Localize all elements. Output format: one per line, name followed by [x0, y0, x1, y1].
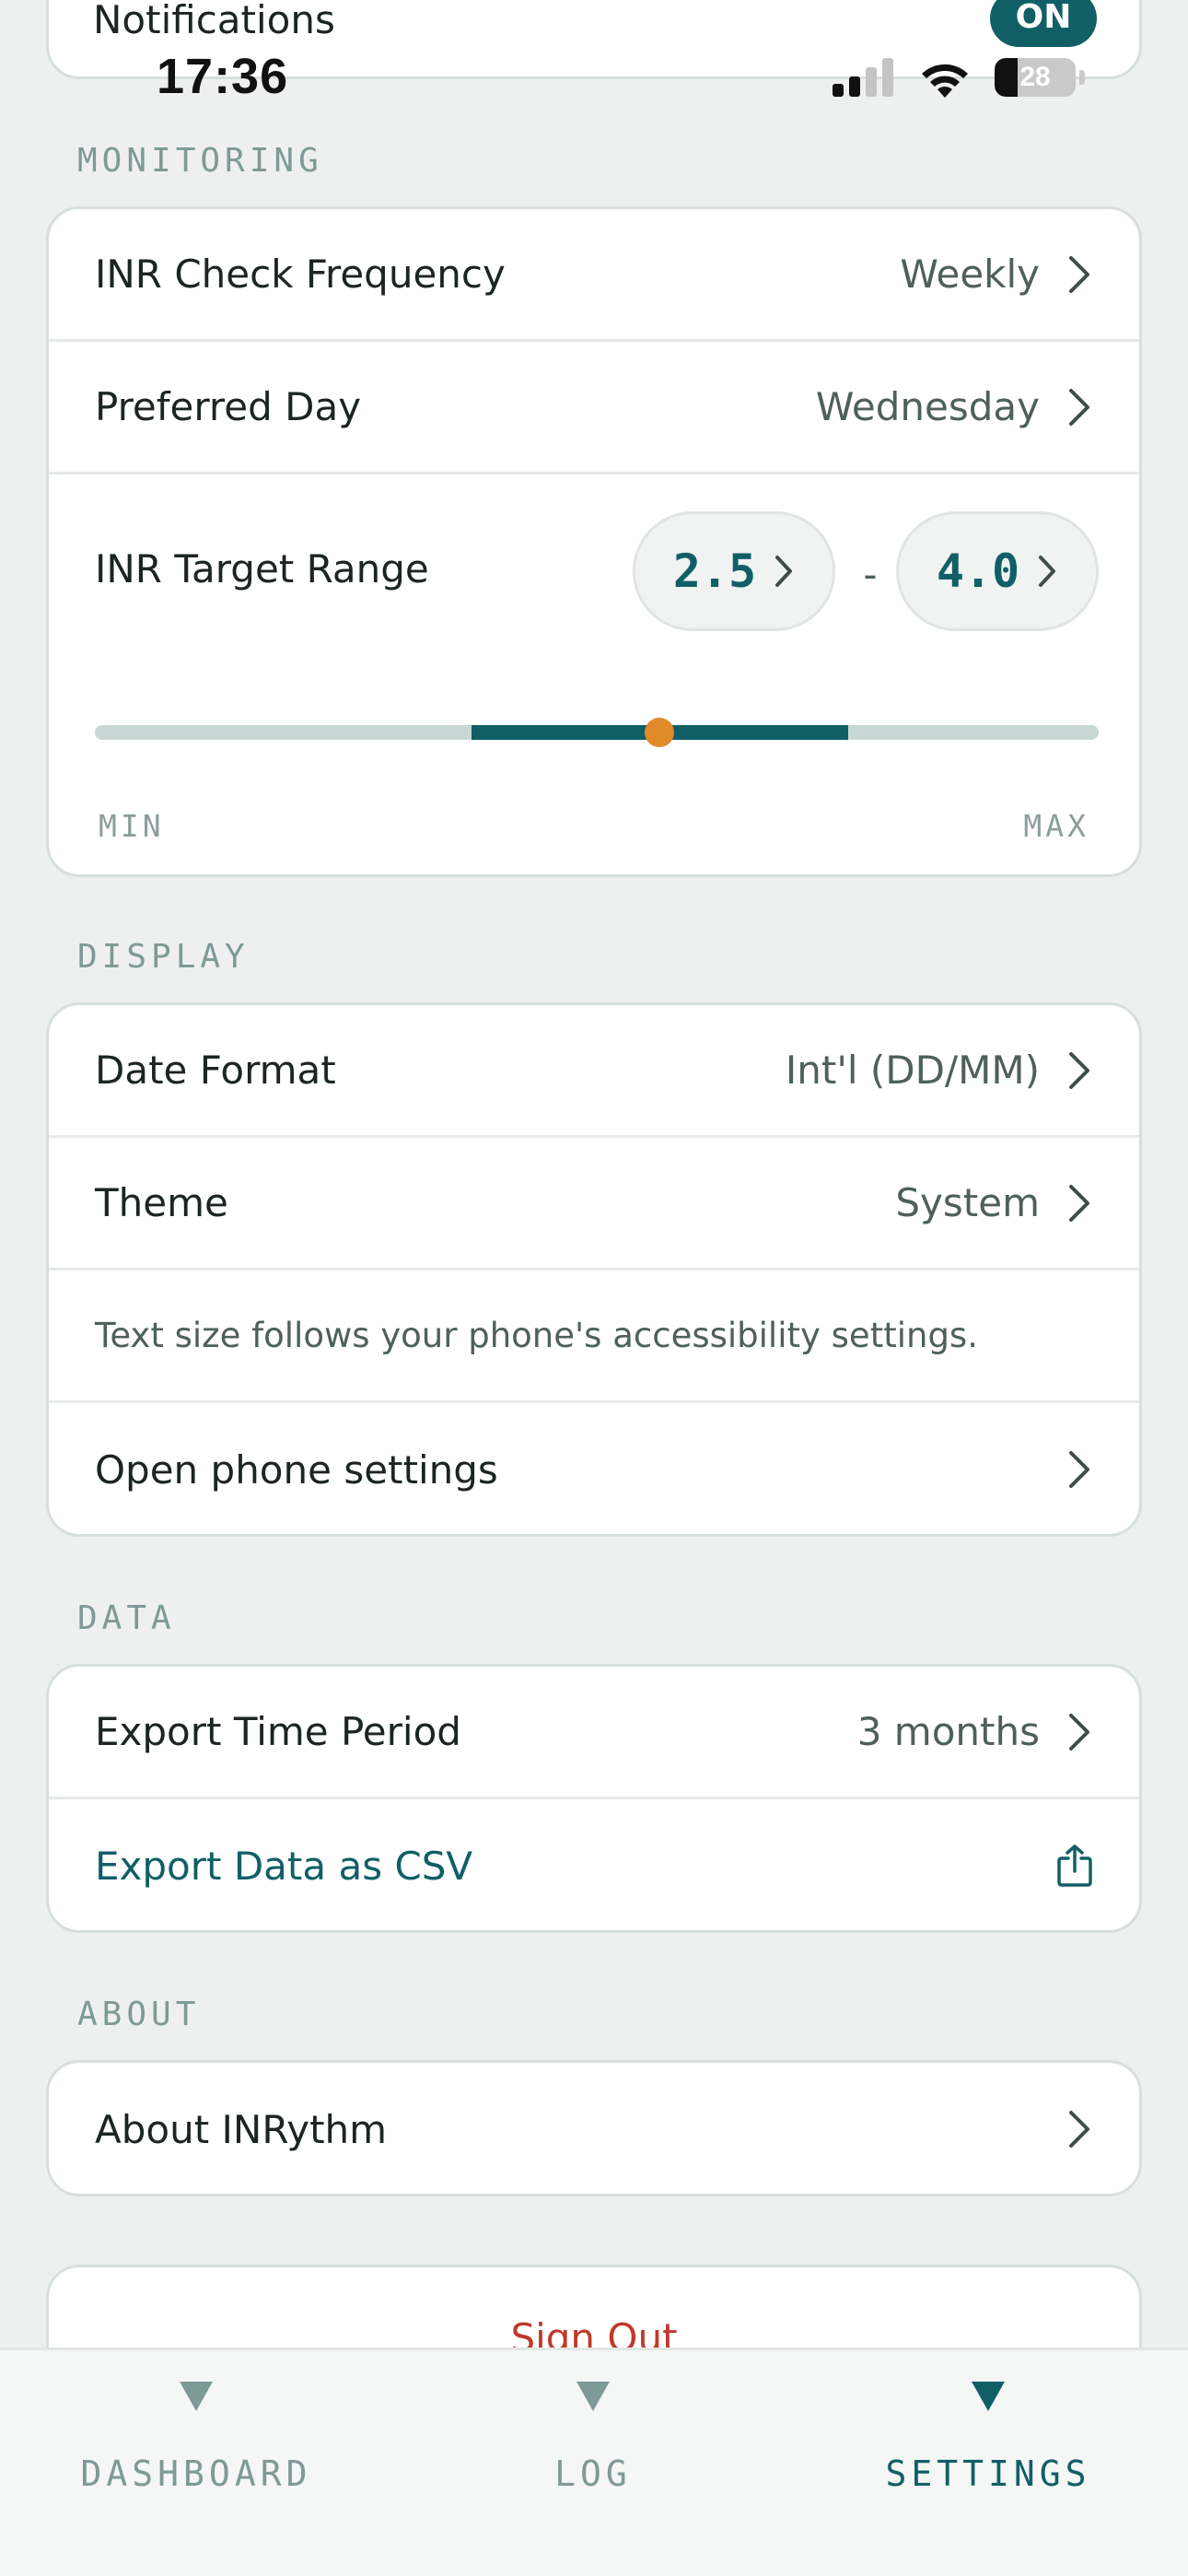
inr-target-range-row: INR Target Range 2.5 - 4.0 MIN MAX	[49, 474, 1139, 872]
range-slider-track[interactable]	[95, 718, 1099, 747]
chevron-right-icon	[1069, 2111, 1089, 2148]
section-header-about: ABOUT	[77, 1996, 201, 2033]
section-header-display: DISPLAY	[77, 938, 250, 976]
slider-max-label: MAX	[1023, 808, 1089, 844]
share-icon	[1057, 1844, 1092, 1887]
text-size-note: Text size follows your phone's accessibi…	[95, 1316, 978, 1355]
wifi-icon	[922, 64, 968, 98]
tab-settings[interactable]: SETTINGS	[822, 2378, 1154, 2544]
theme-label: Theme	[95, 1180, 228, 1225]
section-header-data: DATA	[77, 1599, 176, 1637]
date-format-value: Int'l (DD/MM)	[785, 1048, 1040, 1093]
status-bar: 17:36 28	[0, 0, 1188, 157]
data-card: Export Time Period 3 months Export Data …	[46, 1664, 1142, 1933]
text-size-note-row: Text size follows your phone's accessibi…	[49, 1270, 1139, 1403]
display-card: Date Format Int'l (DD/MM) Theme System T…	[46, 1002, 1142, 1537]
target-max-value: 4.0	[936, 544, 1020, 598]
battery-level: 28	[1019, 62, 1051, 92]
about-row[interactable]: About INRythm	[49, 2063, 1139, 2194]
chevron-right-icon	[1069, 255, 1089, 293]
about-label: About INRythm	[95, 2106, 388, 2152]
preferred-day-row[interactable]: Preferred Day Wednesday	[49, 342, 1139, 474]
chevron-right-icon	[1069, 1451, 1089, 1488]
monitoring-card: INR Check Frequency Weekly Preferred Day…	[46, 206, 1142, 877]
chevron-right-icon	[1069, 388, 1089, 426]
inr-frequency-label: INR Check Frequency	[95, 252, 506, 297]
chevron-right-icon	[775, 556, 793, 587]
signal-icon	[833, 58, 893, 97]
triangle-down-icon	[972, 2382, 1005, 2411]
battery-icon: 28	[995, 58, 1076, 97]
preferred-day-label: Preferred Day	[95, 384, 362, 429]
inr-target-range-label: INR Target Range	[95, 546, 429, 591]
tab-dashboard[interactable]: DASHBOARD	[30, 2378, 362, 2544]
export-csv-label: Export Data as CSV	[95, 1843, 473, 1889]
theme-value: System	[895, 1180, 1040, 1225]
inr-frequency-value: Weekly	[900, 252, 1040, 297]
chevron-right-icon	[1069, 1713, 1089, 1751]
range-slider-thumb[interactable]	[645, 718, 675, 747]
chevron-right-icon	[1069, 1184, 1089, 1222]
date-format-row[interactable]: Date Format Int'l (DD/MM)	[49, 1005, 1139, 1138]
export-csv-row[interactable]: Export Data as CSV	[49, 1799, 1139, 1930]
triangle-down-icon	[180, 2382, 213, 2411]
status-icons: 28	[833, 57, 1085, 98]
date-format-label: Date Format	[95, 1048, 336, 1093]
inr-frequency-row[interactable]: INR Check Frequency Weekly	[49, 209, 1139, 342]
battery-fill	[995, 58, 1018, 97]
open-phone-settings-label: Open phone settings	[95, 1446, 498, 1493]
preferred-day-value: Wednesday	[815, 384, 1040, 429]
range-separator: -	[863, 552, 878, 597]
theme-row[interactable]: Theme System	[49, 1138, 1139, 1270]
target-min-value: 2.5	[672, 544, 757, 598]
open-phone-settings-row[interactable]: Open phone settings	[49, 1403, 1139, 1534]
triangle-down-icon	[577, 2382, 610, 2411]
export-period-label: Export Time Period	[95, 1709, 461, 1754]
slider-min-label: MIN	[99, 808, 165, 844]
status-time: 17:36	[157, 49, 289, 104]
tab-log-label: LOG	[554, 2453, 632, 2494]
tab-settings-label: SETTINGS	[885, 2453, 1091, 2494]
chevron-right-icon	[1039, 556, 1056, 587]
battery-tip	[1079, 70, 1085, 85]
target-min-pill[interactable]: 2.5	[633, 511, 835, 631]
about-card: About INRythm	[46, 2060, 1142, 2196]
export-period-value: 3 months	[856, 1709, 1040, 1754]
tab-dashboard-label: DASHBOARD	[80, 2453, 312, 2494]
chevron-right-icon	[1069, 1051, 1089, 1089]
export-period-row[interactable]: Export Time Period 3 months	[49, 1667, 1139, 1799]
bottom-tab-bar: DASHBOARD LOG SETTINGS	[0, 2348, 1188, 2576]
tab-log[interactable]: LOG	[427, 2378, 759, 2544]
target-max-pill[interactable]: 4.0	[896, 511, 1099, 631]
